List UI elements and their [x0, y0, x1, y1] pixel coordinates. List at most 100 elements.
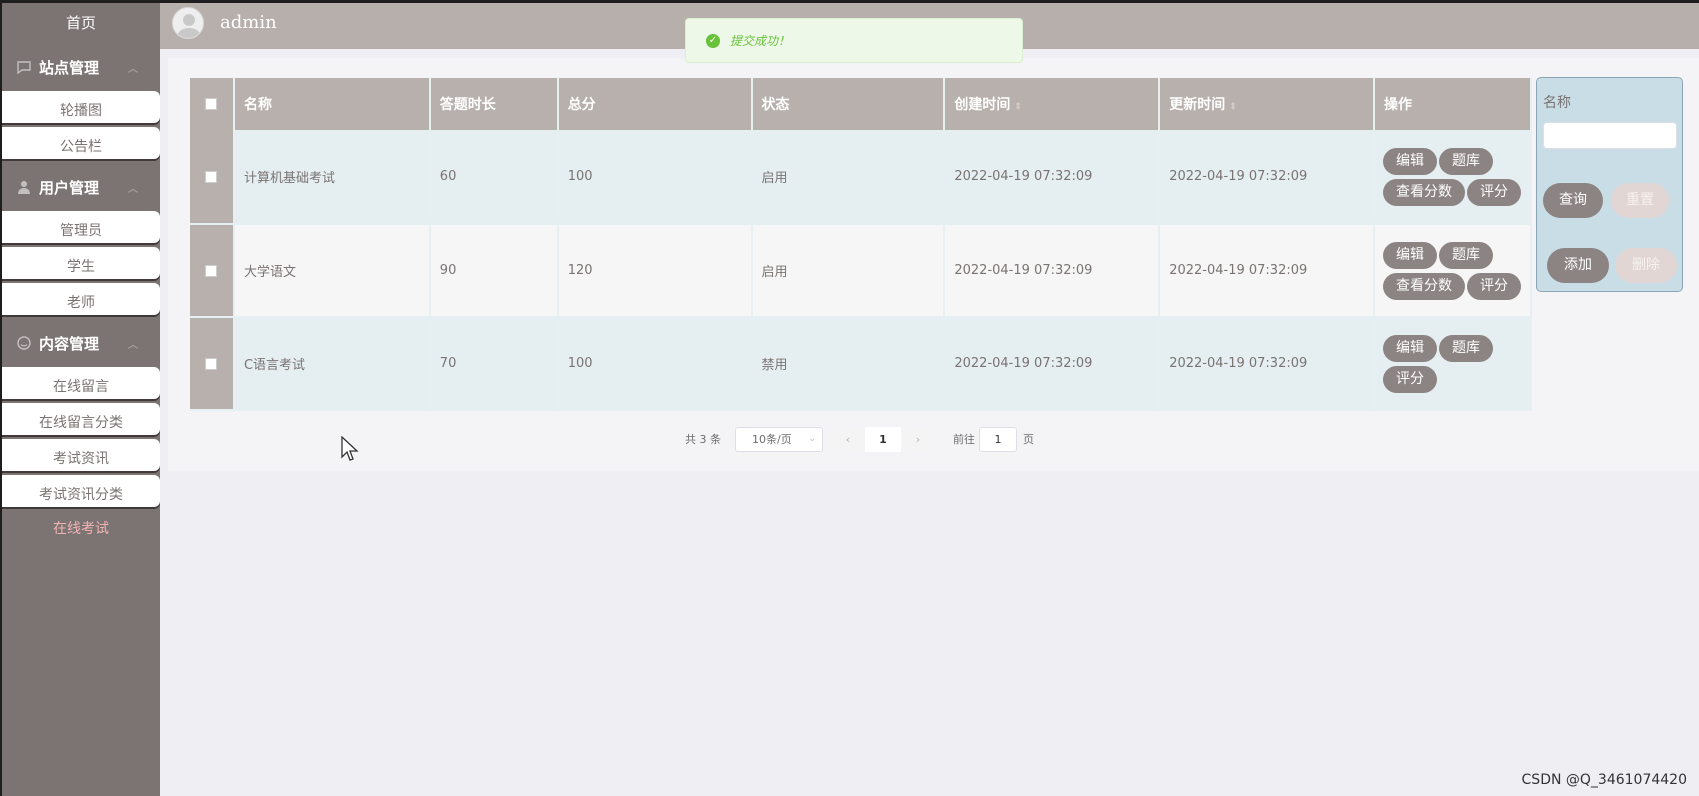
smile-icon — [17, 336, 31, 350]
page-size-select[interactable]: 10条/页 ⌄ — [735, 426, 823, 452]
sidebar-item-admin[interactable]: 管理员 — [2, 211, 160, 243]
goto-suffix: 页 — [1023, 433, 1034, 446]
grade-button[interactable]: 评分 — [1467, 178, 1522, 206]
row-select-cell — [190, 224, 235, 318]
chat-icon — [17, 61, 31, 75]
col-header-updated[interactable]: 更新时间 ⇕ — [1159, 78, 1376, 130]
question-bank-button[interactable]: 题库 — [1439, 241, 1494, 269]
cell-actions: 编辑 题库 查看分数 评分 — [1374, 130, 1532, 225]
cell-status: 启用 — [751, 130, 946, 225]
table-header-row: 名称 答题时长 总分 状态 创建时间 ⇕ 更新时间 ⇕ 操作 — [190, 78, 1532, 130]
app-frame: 首页 站点管理 ︿ 轮播图 公告栏 用户管理 ︿ 管理员 学生 老师 内容管理 … — [2, 3, 1699, 796]
grade-button[interactable]: 评分 — [1383, 365, 1438, 393]
cell-duration: 90 — [429, 224, 559, 318]
row-checkbox[interactable] — [205, 264, 218, 277]
sidebar-item-exam-news-categories[interactable]: 考试资讯分类 — [2, 475, 160, 507]
cell-actions: 编辑 题库 查看分数 评分 — [1374, 224, 1532, 318]
chevron-up-icon: ︿ — [128, 63, 138, 75]
sidebar-item-student[interactable]: 学生 — [2, 247, 160, 279]
cell-updated: 2022-04-19 07:32:09 — [1159, 317, 1376, 411]
edit-button[interactable]: 编辑 — [1383, 147, 1438, 175]
avatar[interactable] — [172, 7, 204, 39]
select-all-checkbox[interactable] — [205, 98, 218, 110]
grade-button[interactable]: 评分 — [1467, 272, 1522, 300]
sort-icon[interactable]: ⇕ — [1014, 102, 1022, 112]
col-header-status: 状态 — [751, 78, 946, 130]
row-checkbox[interactable] — [205, 357, 218, 370]
sidebar-group-site[interactable]: 站点管理 ︿ — [2, 43, 160, 91]
page-number-current[interactable]: 1 — [865, 426, 901, 452]
edit-button[interactable]: 编辑 — [1383, 241, 1438, 269]
sidebar-item-online-exam[interactable]: 在线考试 — [2, 511, 160, 547]
chevron-up-icon: ︿ — [128, 183, 138, 195]
sidebar-item-messages[interactable]: 在线留言 — [2, 367, 160, 399]
username[interactable]: admin — [220, 12, 277, 33]
cell-name: 计算机基础考试 — [233, 130, 431, 225]
next-page-button[interactable]: › — [905, 426, 931, 452]
cell-created: 2022-04-19 07:32:09 — [944, 130, 1161, 225]
cell-duration: 60 — [429, 130, 559, 225]
row-select-cell — [190, 317, 235, 411]
sidebar-item-home[interactable]: 首页 — [2, 3, 160, 43]
add-button[interactable]: 添加 — [1547, 248, 1609, 283]
col-header-actions: 操作 — [1374, 78, 1532, 130]
cell-updated: 2022-04-19 07:32:09 — [1159, 130, 1376, 225]
reset-button[interactable]: 重置 — [1611, 183, 1669, 218]
content-panel: 名称 答题时长 总分 状态 创建时间 ⇕ 更新时间 ⇕ 操作 计算机基础考试 60 … — [168, 58, 1699, 471]
watermark: CSDN @Q_3461074420 — [1521, 772, 1687, 788]
exam-table: 名称 答题时长 总分 状态 创建时间 ⇕ 更新时间 ⇕ 操作 计算机基础考试 60 … — [190, 78, 1532, 411]
sidebar-group-users[interactable]: 用户管理 ︿ — [2, 163, 160, 211]
cell-name: 大学语文 — [233, 224, 431, 318]
sidebar-item-notice[interactable]: 公告栏 — [2, 127, 160, 159]
page-size-value: 10条/页 — [752, 433, 792, 446]
search-name-label: 名称 — [1543, 95, 1571, 111]
row-checkbox[interactable] — [205, 170, 218, 183]
sidebar-group-label: 站点管理 — [39, 58, 100, 77]
cell-score: 100 — [557, 317, 753, 411]
question-bank-button[interactable]: 题库 — [1439, 147, 1494, 175]
query-button[interactable]: 查询 — [1543, 183, 1603, 218]
col-header-duration: 答题时长 — [429, 78, 559, 130]
sidebar: 首页 站点管理 ︿ 轮播图 公告栏 用户管理 ︿ 管理员 学生 老师 内容管理 … — [2, 3, 160, 796]
sidebar-item-message-categories[interactable]: 在线留言分类 — [2, 403, 160, 435]
table-row: C语言考试 70 100 禁用 2022-04-19 07:32:09 2022… — [190, 317, 1532, 411]
pagination-total: 共 3 条 — [685, 433, 721, 446]
check-circle-icon: ✓ — [706, 33, 720, 48]
sidebar-item-teacher[interactable]: 老师 — [2, 283, 160, 315]
sidebar-group-content[interactable]: 内容管理 ︿ — [2, 319, 160, 367]
col-header-score: 总分 — [557, 78, 753, 130]
cell-status: 启用 — [751, 224, 946, 318]
search-panel: 名称 查询 重置 添加 删除 — [1536, 77, 1683, 292]
pagination: 共 3 条 10条/页 ⌄ ‹ 1 › 前往 1 页 — [685, 426, 1034, 452]
col-header-name: 名称 — [233, 78, 431, 130]
col-header-created[interactable]: 创建时间 ⇕ — [944, 78, 1161, 130]
cell-created: 2022-04-19 07:32:09 — [944, 224, 1161, 318]
question-bank-button[interactable]: 题库 — [1439, 334, 1494, 362]
sidebar-group-label: 内容管理 — [39, 334, 100, 353]
mouse-cursor-icon — [341, 436, 359, 461]
chevron-up-icon: ︿ — [128, 339, 138, 351]
view-scores-button[interactable]: 查看分数 — [1383, 178, 1466, 206]
cell-duration: 70 — [429, 317, 559, 411]
goto-prefix: 前往 — [953, 433, 975, 446]
cell-status: 禁用 — [751, 317, 946, 411]
cell-actions: 编辑 题库 评分 — [1374, 317, 1532, 411]
user-icon — [18, 181, 30, 194]
sidebar-item-carousel[interactable]: 轮播图 — [2, 91, 160, 123]
select-all-header — [190, 78, 235, 130]
chevron-down-icon: ⌄ — [808, 434, 816, 444]
sidebar-item-exam-news[interactable]: 考试资讯 — [2, 439, 160, 471]
sidebar-group-label: 用户管理 — [39, 178, 100, 197]
row-select-cell — [190, 130, 235, 225]
search-name-input[interactable] — [1543, 122, 1677, 149]
delete-button[interactable]: 删除 — [1615, 248, 1677, 283]
sort-icon[interactable]: ⇕ — [1229, 102, 1237, 112]
edit-button[interactable]: 编辑 — [1383, 334, 1438, 362]
goto-page-input[interactable]: 1 — [979, 426, 1017, 452]
cell-created: 2022-04-19 07:32:09 — [944, 317, 1161, 411]
prev-page-button[interactable]: ‹ — [835, 426, 861, 452]
cell-score: 120 — [557, 224, 753, 318]
view-scores-button[interactable]: 查看分数 — [1383, 272, 1466, 300]
table-row: 大学语文 90 120 启用 2022-04-19 07:32:09 2022-… — [190, 224, 1532, 318]
cell-score: 100 — [557, 130, 753, 225]
